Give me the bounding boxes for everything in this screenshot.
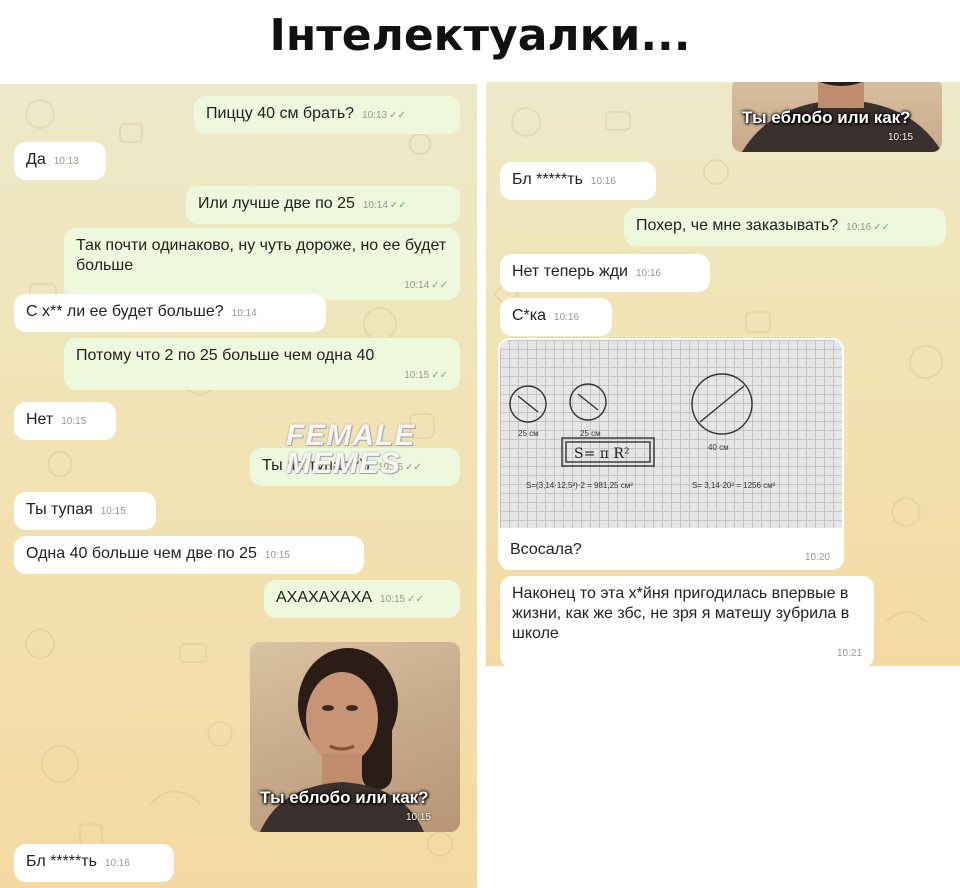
- message-text: Так почти одинаково, ну чуть дороже, но …: [76, 237, 447, 274]
- message-bubble: Ты тупая 10:15: [14, 492, 156, 530]
- message-time: 10:15: [100, 506, 126, 517]
- diameter-label: 25 см: [518, 429, 539, 438]
- meme-time: 10:15: [888, 132, 914, 143]
- message-text: Нет теперь жди: [512, 263, 628, 280]
- diameter-label: 40 см: [708, 443, 729, 452]
- message-time: 10:20: [804, 552, 830, 563]
- message-time: 10:14: [404, 280, 430, 291]
- photo-message: 25 см 25 см 40 см S= π R² S=(3,14·12,5²)…: [498, 338, 844, 570]
- message-time: 10:16: [590, 176, 616, 187]
- calc-one-pizza: S= 3,14·20² = 1256 см²: [692, 481, 776, 490]
- message-time: 10:21: [836, 648, 862, 659]
- message-bubble: Да 10:13: [14, 142, 106, 180]
- message-text: Бл *****ть: [512, 171, 583, 188]
- message-time: 10:15: [380, 594, 406, 605]
- message-text: Бл *****ть: [26, 853, 97, 870]
- message-time: 10:15: [264, 550, 290, 561]
- double-check-icon: ✓✓: [389, 110, 406, 121]
- calc-two-pizzas: S=(3,14·12,5²)·2 = 981,25 см²: [526, 481, 633, 490]
- message-text: Одна 40 больше чем две по 25: [26, 545, 257, 562]
- message-text: С*ка: [512, 307, 547, 324]
- message-bubble: Нет теперь жди 10:16: [500, 254, 710, 292]
- message-bubble: Наконец то эта х*йня пригодилась впервые…: [500, 576, 874, 666]
- message-bubble: С х** ли ее будет больше? 10:14: [14, 294, 326, 332]
- graph-paper-photo: 25 см 25 см 40 см S= π R² S=(3,14·12,5²)…: [500, 340, 842, 528]
- double-check-icon: ✓✓: [431, 280, 448, 291]
- message-bubble: Одна 40 больше чем две по 25 10:15: [14, 536, 364, 574]
- message-bubble: Потому что 2 по 25 больше чем одна 40 10…: [64, 338, 460, 390]
- message-time: 10:15: [61, 416, 87, 427]
- page-title: Інтелектуалки...: [269, 10, 691, 61]
- pizza-area-sketch: [509, 373, 753, 467]
- message-text: С х** ли ее будет больше?: [26, 303, 224, 320]
- message-time: 10:16: [554, 312, 580, 323]
- message-time: 10:16: [846, 222, 872, 233]
- message-text: АХАХАХАХА: [276, 589, 373, 606]
- message-text: Нет: [26, 411, 54, 428]
- message-text: Наконец то эта х*йня пригодилась впервые…: [512, 585, 850, 642]
- meme-caption: Ты еблобо или как?: [742, 108, 911, 127]
- message-bubble: Или лучше две по 25 10:14 ✓✓: [186, 186, 460, 224]
- left-chat-screenshot: Пиццу 40 см брать? 10:13 ✓✓ Да 10:13 Или лу…: [0, 84, 477, 888]
- message-time: 10:16: [635, 268, 661, 279]
- message-bubble: Так почти одинаково, ну чуть дороже, но …: [64, 228, 460, 300]
- meme-image: Ты еблобо или как? 10:15: [732, 82, 942, 152]
- message-bubble: Пиццу 40 см брать? 10:13 ✓✓: [194, 96, 460, 134]
- message-text: Всосала?: [510, 541, 582, 558]
- meme-image: Ты еблобо или как? 10:15: [250, 642, 460, 832]
- message-text: Да: [26, 151, 46, 168]
- message-bubble: С*ка 10:16: [500, 298, 612, 336]
- message-text: Пиццу 40 см брать?: [206, 105, 355, 122]
- diameter-label: 25 см: [580, 429, 601, 438]
- message-text: Или лучше две по 25: [198, 195, 355, 212]
- message-time: 10:14: [362, 200, 388, 211]
- message-bubble: Похер, че мне заказывать? 10:16 ✓✓: [624, 208, 946, 246]
- double-check-icon: ✓✓: [389, 200, 407, 211]
- double-check-icon: ✓✓: [407, 594, 424, 605]
- message-text: Похер, че мне заказывать?: [636, 217, 839, 234]
- watermark: FEMALE MEMES: [286, 419, 416, 480]
- message-bubble: Нет 10:15: [14, 402, 116, 440]
- right-chat-screenshot: Ты еблобо или как? 10:15 Бл *****ть 10:16…: [486, 82, 960, 666]
- area-formula: S= π R²: [574, 446, 630, 462]
- message-bubble: АХАХАХАХА 10:15 ✓✓: [264, 580, 460, 618]
- double-check-icon: ✓✓: [431, 370, 448, 381]
- meme-time: 10:15: [406, 812, 432, 823]
- message-time: 10:13: [362, 110, 388, 121]
- meme-caption: Ты еблобо или как?: [260, 788, 429, 807]
- message-text: Ты тупая: [26, 501, 93, 518]
- message-text: Потому что 2 по 25 больше чем одна 40: [76, 347, 375, 364]
- message-time: 10:13: [53, 156, 79, 167]
- message-bubble: Бл *****ть 10:16: [14, 844, 174, 882]
- message-time: 10:16: [104, 858, 130, 869]
- double-check-icon: ✓✓: [873, 222, 890, 233]
- message-bubble: Бл *****ть 10:16: [500, 162, 656, 200]
- message-time: 10:14: [231, 308, 257, 319]
- message-time: 10:15: [404, 370, 430, 381]
